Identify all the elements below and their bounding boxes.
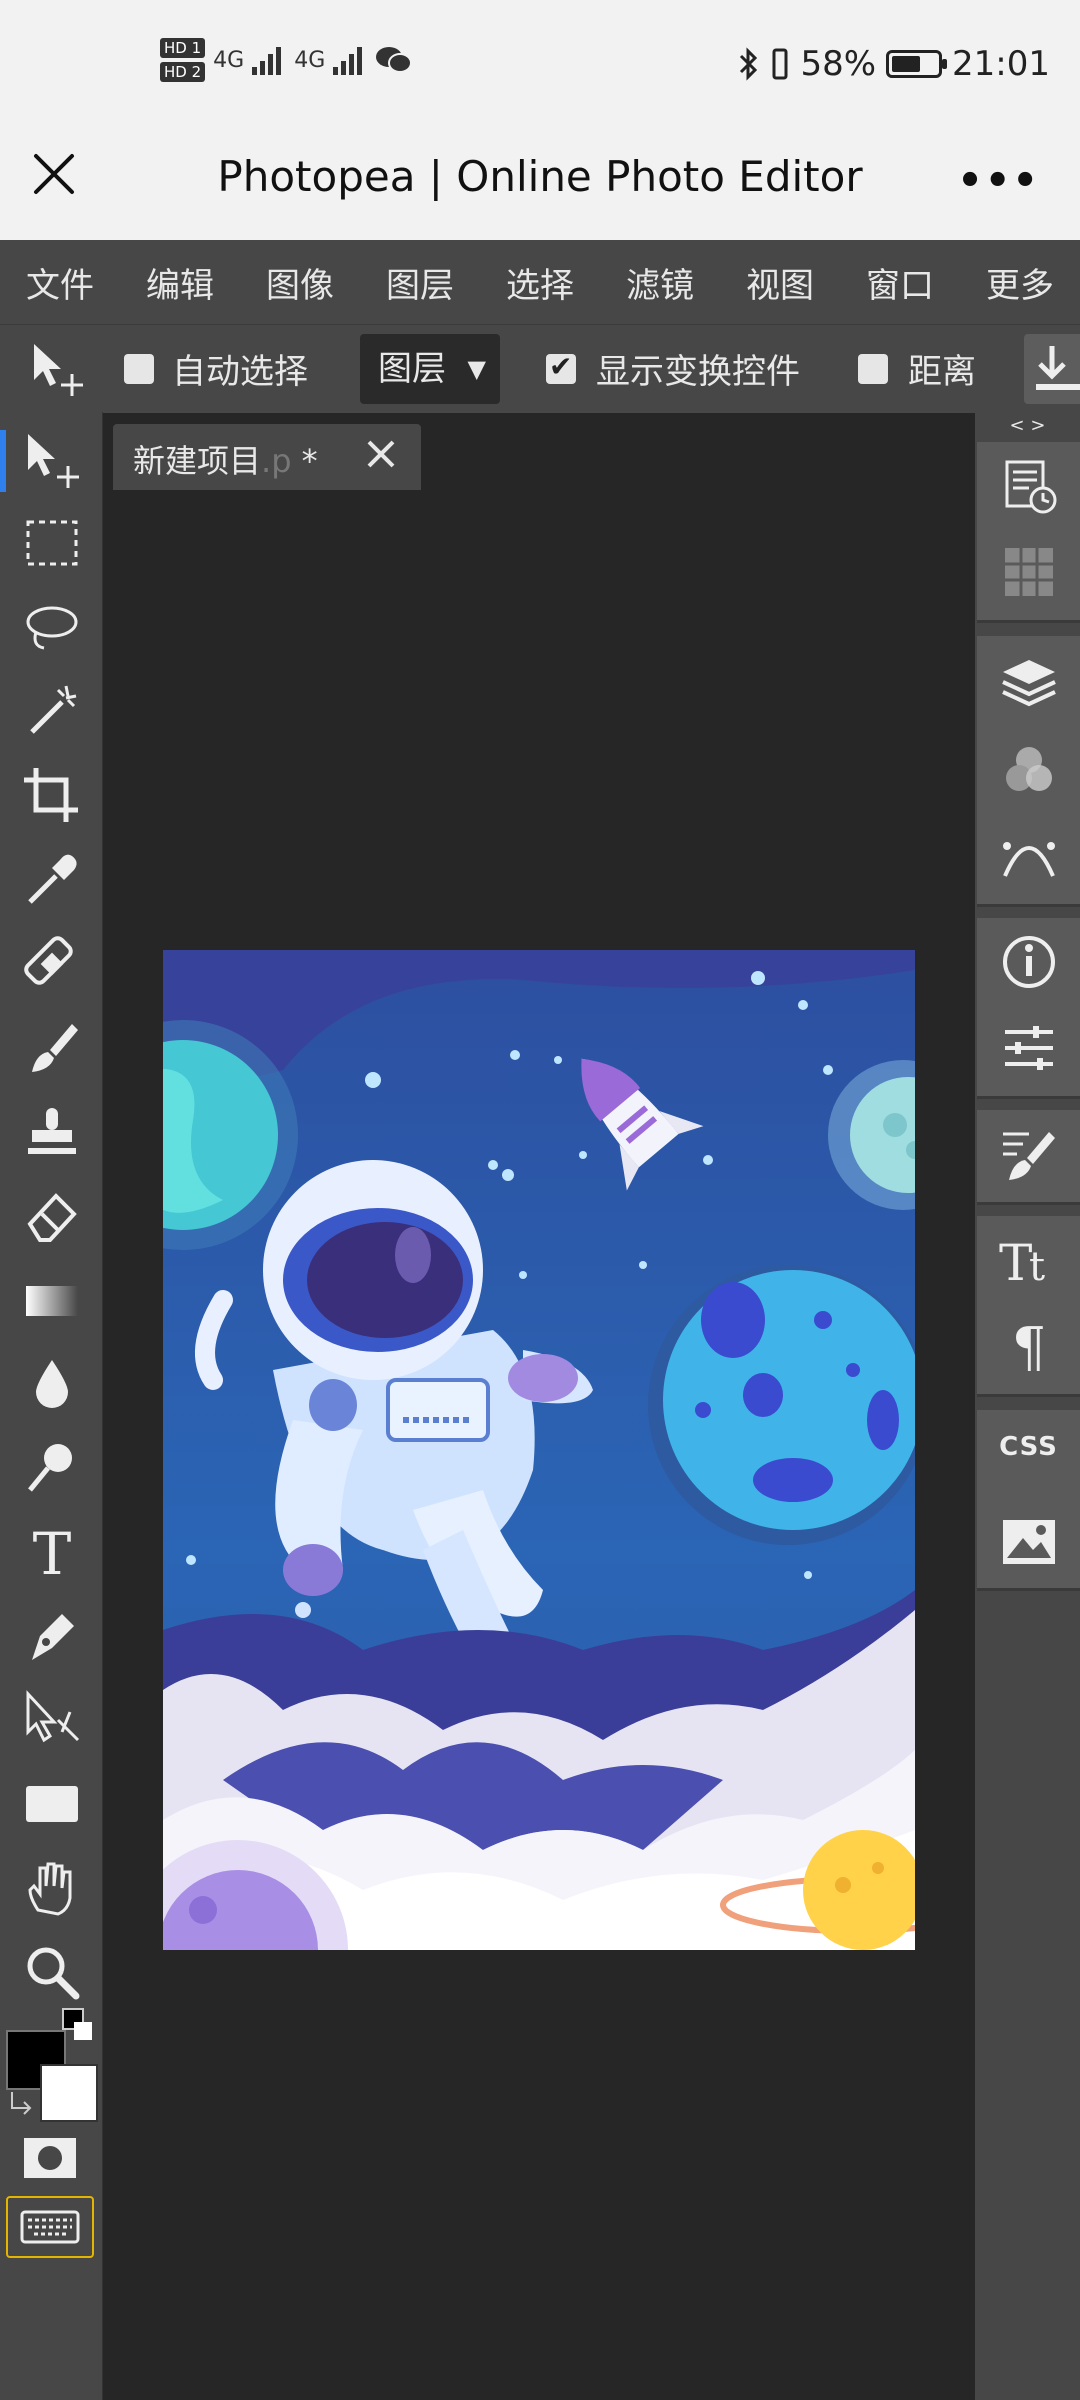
menu-more[interactable]: 更多 [960, 258, 1080, 307]
menu-bar: 文件 编辑 图像 图层 选择 滤镜 视图 窗口 更多 [0, 240, 1080, 324]
magic-wand-icon[interactable] [22, 682, 82, 742]
history-panel-icon[interactable] [999, 456, 1059, 516]
wechat-icon [376, 47, 413, 73]
document-tab-name-prefix: 新建项目 [133, 442, 262, 480]
close-tab-icon[interactable] [361, 434, 401, 474]
signal-icon [333, 47, 363, 75]
rectangle-shape-icon[interactable] [22, 1774, 82, 1834]
bluetooth-icon [740, 47, 758, 81]
default-colors-bg-icon [74, 2022, 92, 2040]
status-left: HD 1 HD 2 4G 4G [160, 38, 413, 82]
distance-checkbox[interactable] [858, 354, 888, 384]
image-panel-icon[interactable] [999, 1512, 1059, 1572]
hand-tool-icon[interactable] [22, 1858, 82, 1918]
transform-controls-label: 显示变换控件 [596, 352, 800, 392]
gradient-icon[interactable] [22, 1270, 82, 1330]
document-tab-modified: * [291, 442, 318, 480]
swap-colors-icon[interactable] [8, 2088, 38, 2118]
auto-select-checkbox[interactable] [124, 354, 154, 384]
panel-collapse-toggle[interactable]: < > [975, 412, 1080, 440]
menu-select[interactable]: 选择 [480, 258, 600, 307]
move-tool-icon[interactable] [22, 430, 82, 490]
canvas-artwork[interactable] [163, 950, 915, 1950]
menu-image[interactable]: 图像 [240, 258, 360, 307]
distance-label: 距离 [908, 352, 976, 392]
eyedropper-icon[interactable] [22, 850, 82, 910]
download-button[interactable] [1024, 334, 1080, 404]
brush-icon[interactable] [22, 1018, 82, 1078]
svg-text:T: T [33, 1522, 72, 1582]
battery-icon [886, 50, 948, 78]
document-tab-name: 新建项目.p * [133, 436, 318, 482]
blur-drop-icon[interactable] [22, 1354, 82, 1414]
menu-filter[interactable]: 滤镜 [600, 258, 720, 307]
more-options-button[interactable]: ••• [957, 158, 1040, 204]
menu-window[interactable]: 窗口 [840, 258, 960, 307]
eraser-icon[interactable] [22, 1186, 82, 1246]
pen-tool-icon[interactable] [22, 1606, 82, 1666]
info-panel-icon[interactable] [999, 932, 1059, 992]
brush-settings-icon[interactable] [999, 1124, 1059, 1184]
path-select-icon[interactable] [22, 1690, 82, 1750]
clock: 21:01 [952, 44, 1050, 84]
menu-view[interactable]: 视图 [720, 258, 840, 307]
zoom-tool-icon[interactable] [22, 1942, 82, 2002]
dodge-icon[interactable] [22, 1438, 82, 1498]
css-panel-label[interactable]: CSS [977, 1432, 1080, 1462]
document-tab-name-ext: .p [261, 442, 292, 480]
quick-mask-icon[interactable] [22, 2136, 78, 2180]
page-title: Photopea | Online Photo Editor [217, 152, 863, 201]
transform-controls-checkbox[interactable] [546, 350, 576, 384]
planet-blue-right [648, 1265, 915, 1545]
active-tool-indicator [0, 430, 6, 492]
signal-2-label: 4G [294, 47, 326, 73]
rectangle-select-icon[interactable] [22, 514, 82, 574]
vibrate-icon [772, 48, 788, 80]
keyboard-button[interactable] [6, 2196, 94, 2258]
hd2-badge: HD 2 [160, 62, 206, 82]
status-bar: HD 1 HD 2 4G 4G 58% 21:01 [0, 0, 1080, 140]
clone-stamp-icon[interactable] [22, 1102, 82, 1162]
auto-select-label: 自动选择 [172, 352, 308, 392]
character-panel-icon[interactable]: Tt [999, 1228, 1059, 1288]
background-color-swatch[interactable] [40, 2064, 98, 2122]
crop-icon[interactable] [22, 766, 82, 826]
lasso-icon[interactable] [22, 598, 82, 658]
status-right: 58% 21:01 [738, 44, 1050, 84]
menu-edit[interactable]: 编辑 [120, 258, 240, 307]
layer-select-value: 图层 [378, 349, 446, 389]
svg-text:¶: ¶ [1012, 1316, 1046, 1374]
healing-brush-icon[interactable] [22, 934, 82, 994]
svg-text:t: t [1029, 1244, 1045, 1288]
signal-icon [252, 47, 282, 75]
document-tab[interactable]: 新建项目.p * [113, 424, 421, 490]
hd-badges: HD 1 HD 2 [160, 38, 206, 82]
svg-text:T: T [999, 1234, 1032, 1288]
hd1-badge: HD 1 [160, 38, 206, 58]
layers-panel-icon[interactable] [999, 652, 1059, 712]
signal-1-label: 4G [213, 47, 245, 73]
adjustments-panel-icon[interactable] [999, 1018, 1059, 1078]
move-tool-icon [34, 344, 83, 396]
download-icon [1036, 346, 1080, 390]
type-tool-icon[interactable]: T [22, 1522, 82, 1582]
swatches-panel-icon[interactable] [999, 542, 1059, 602]
layer-select-dropdown[interactable]: 图层 ▼ [360, 334, 500, 404]
battery-percent: 58% [800, 44, 877, 84]
paragraph-panel-icon[interactable]: ¶ [999, 1314, 1059, 1374]
channels-panel-icon[interactable] [999, 740, 1059, 800]
paths-panel-icon[interactable] [999, 826, 1059, 886]
menu-file[interactable]: 文件 [0, 258, 120, 307]
dropdown-arrow-icon: ▼ [467, 355, 486, 383]
menu-layer[interactable]: 图层 [360, 258, 480, 307]
keyboard-icon [20, 2210, 80, 2244]
